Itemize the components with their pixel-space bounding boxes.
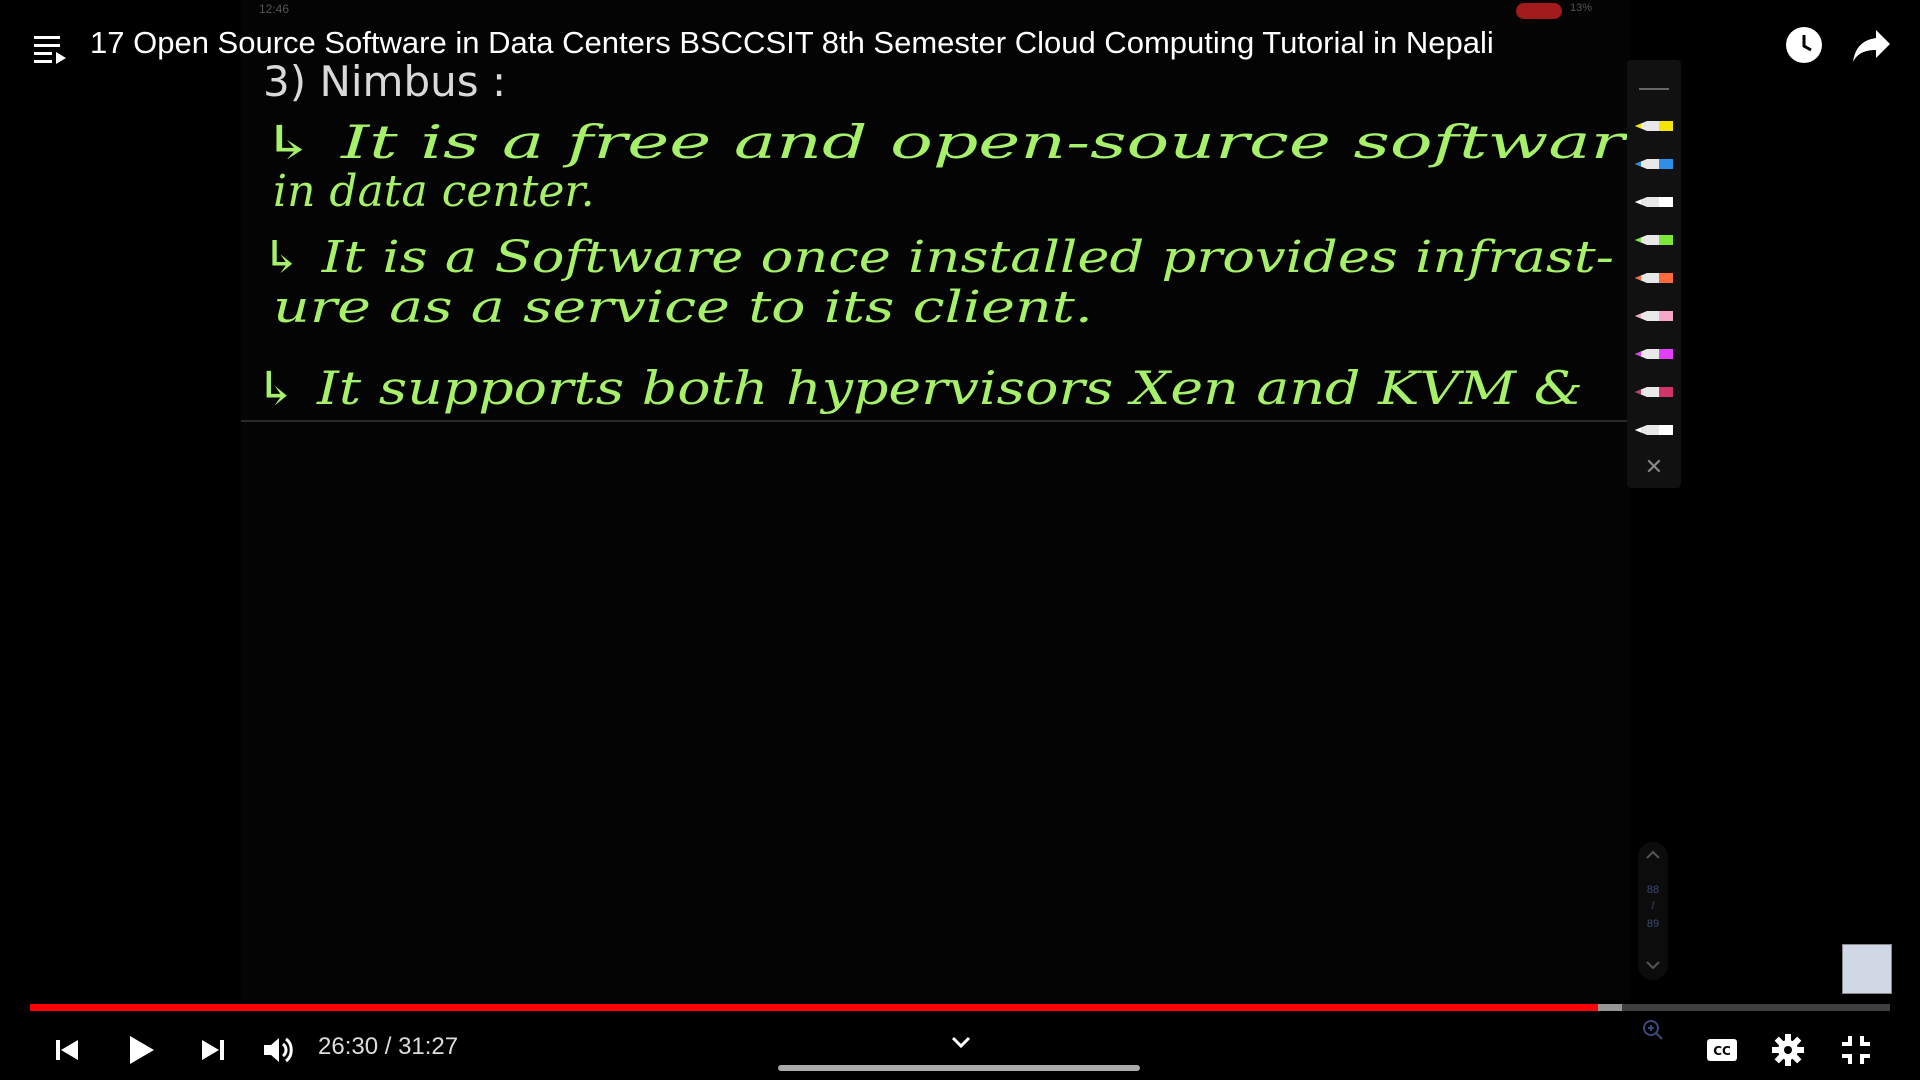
notes-line-4: ure as a service to its client. (273, 282, 1093, 333)
whiteboard-slide: 12:46 13% 3) Nimbus : ↳ It is a free and… (241, 0, 1630, 1000)
pen-color-9[interactable] (1633, 420, 1677, 440)
pen-color-5[interactable] (1633, 268, 1677, 288)
pen-color-1[interactable] (1633, 116, 1677, 136)
play-icon[interactable] (120, 1030, 160, 1070)
video-title[interactable]: 17 Open Source Software in Data Centers … (90, 25, 1494, 61)
chevron-down-icon[interactable] (946, 1027, 976, 1057)
notes-line-1: ↳ It is a free and open-source software … (259, 115, 1630, 169)
pen-color-3[interactable] (1633, 192, 1677, 212)
notes-line-2: in data center. (273, 166, 595, 217)
page-down-icon[interactable] (1645, 960, 1661, 970)
pen-color-7[interactable] (1633, 344, 1677, 364)
page-separator: / (1651, 900, 1655, 912)
notes-line-5: ↳ It supports both hypervisors Xen and K… (253, 361, 1583, 415)
pen-color-2[interactable] (1633, 154, 1677, 174)
progress-bar[interactable] (30, 1004, 1890, 1011)
slide-divider (241, 420, 1630, 422)
pen-toolbar: ✕ (1627, 60, 1681, 488)
toolbar-close-icon[interactable]: ✕ (1643, 456, 1665, 478)
channel-watermark[interactable] (1842, 944, 1892, 994)
pen-color-8[interactable] (1633, 382, 1677, 402)
playlist-menu-icon[interactable] (34, 32, 68, 66)
page-current: 88 (1646, 884, 1660, 896)
pen-color-4[interactable] (1633, 230, 1677, 250)
video-player[interactable]: 12:46 13% 3) Nimbus : ↳ It is a free and… (0, 0, 1920, 1080)
svg-text:CC: CC (1713, 1044, 1731, 1058)
page-total: 89 (1646, 918, 1660, 930)
gear-icon[interactable] (1768, 1030, 1808, 1070)
page-navigator: 88 / 89 (1638, 842, 1668, 980)
time-display: 26:30 / 31:27 (318, 1033, 459, 1060)
skip-next-icon[interactable] (192, 1030, 232, 1070)
exit-fullscreen-icon[interactable] (1836, 1030, 1876, 1070)
page-up-icon[interactable] (1645, 850, 1661, 860)
progress-played (30, 1004, 1598, 1011)
share-icon[interactable] (1852, 28, 1892, 64)
swipe-handle[interactable] (778, 1065, 1140, 1071)
player-top-bar: 17 Open Source Software in Data Centers … (0, 0, 1920, 96)
pen-color-6[interactable] (1633, 306, 1677, 326)
skip-previous-icon[interactable] (48, 1030, 88, 1070)
clock-icon[interactable] (1785, 26, 1823, 64)
notes-line-3: ↳ It is a Software once installed provid… (259, 232, 1614, 283)
volume-icon[interactable] (258, 1030, 298, 1070)
closed-captions-icon[interactable]: CC (1702, 1030, 1742, 1070)
